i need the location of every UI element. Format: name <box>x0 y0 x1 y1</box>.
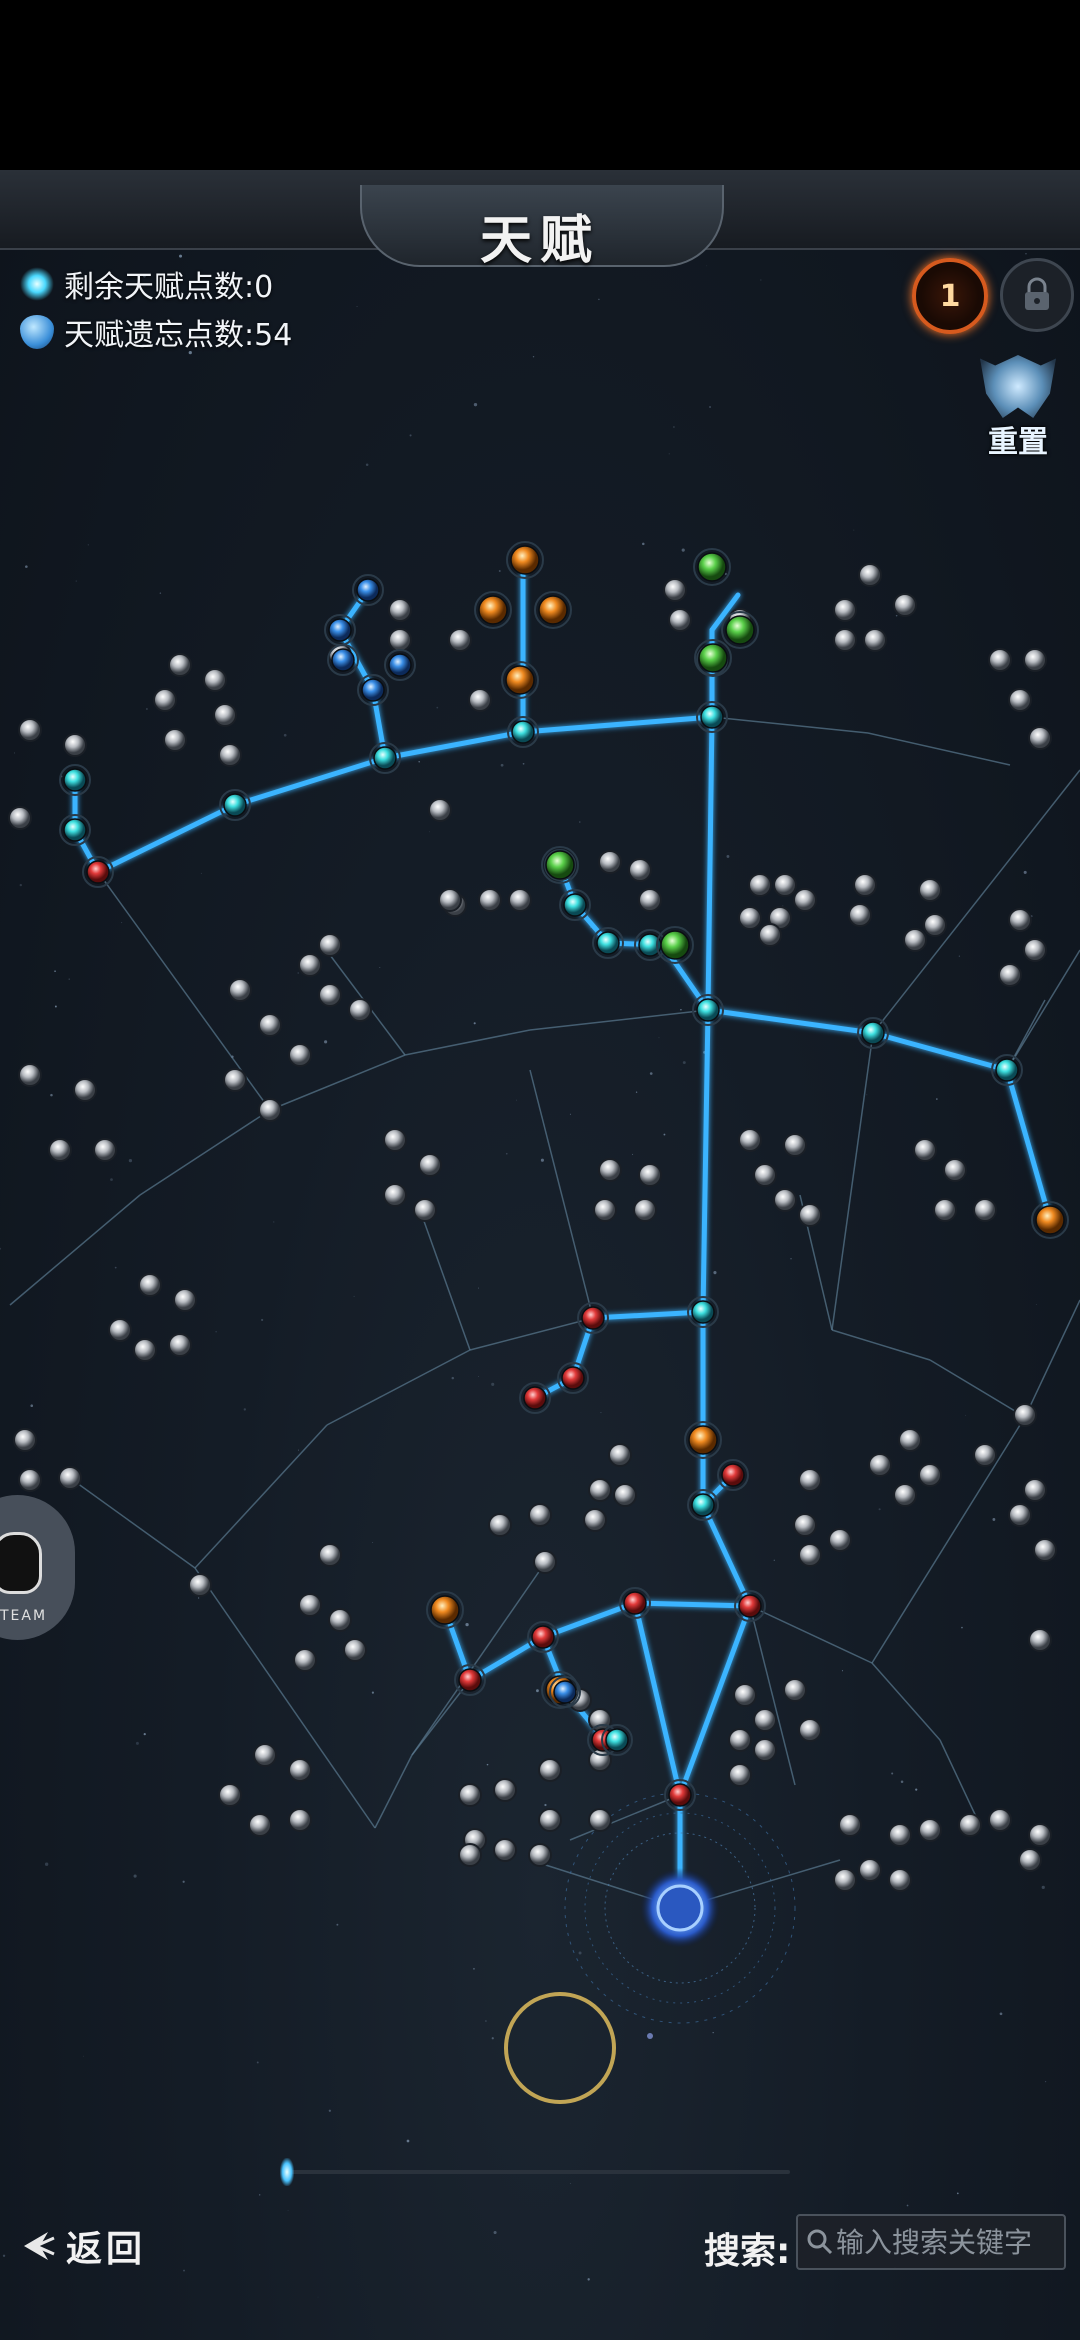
search-box[interactable] <box>796 2214 1066 2270</box>
search-input[interactable] <box>834 2224 1058 2260</box>
back-label: 返回 <box>66 2229 147 2270</box>
back-button[interactable]: 返回 <box>14 2220 146 2272</box>
remaining-points-label: 剩余天赋点数:0 <box>64 270 274 305</box>
selection-ring <box>504 1992 616 2104</box>
back-arrow-icon <box>24 2232 55 2260</box>
tree-scroll-track[interactable] <box>285 2170 790 2174</box>
talent-tree[interactable] <box>0 170 1080 2340</box>
talent-tree-canvas[interactable] <box>0 170 1080 2340</box>
reset-emblem-icon <box>980 355 1056 418</box>
search-icon <box>807 2229 833 2255</box>
reset-button[interactable]: 重置 <box>968 355 1068 460</box>
qq-penguin-icon[interactable] <box>0 1532 42 1594</box>
page-title: 天赋 <box>479 211 600 271</box>
search-label: 搜索: <box>704 2231 791 2272</box>
forget-points: 天赋遗忘点数:54 <box>20 310 292 354</box>
lock-icon <box>1025 277 1049 310</box>
star-gem-icon <box>20 267 54 301</box>
lock-button[interactable] <box>1000 258 1074 332</box>
reset-label: 重置 <box>988 425 1048 460</box>
marker-dot <box>647 2033 653 2039</box>
talent-nodes[interactable] <box>8 541 1069 1892</box>
level-badge-number: 1 <box>939 278 961 314</box>
forget-points-label: 天赋遗忘点数:54 <box>64 318 293 353</box>
tree-scroll-handle[interactable] <box>280 2158 294 2186</box>
remaining-points: 剩余天赋点数:0 <box>20 262 273 306</box>
water-drop-icon <box>20 315 54 349</box>
qq-team-label: TEAM <box>0 1608 48 1624</box>
level-badge-button[interactable]: 1 <box>912 258 988 334</box>
